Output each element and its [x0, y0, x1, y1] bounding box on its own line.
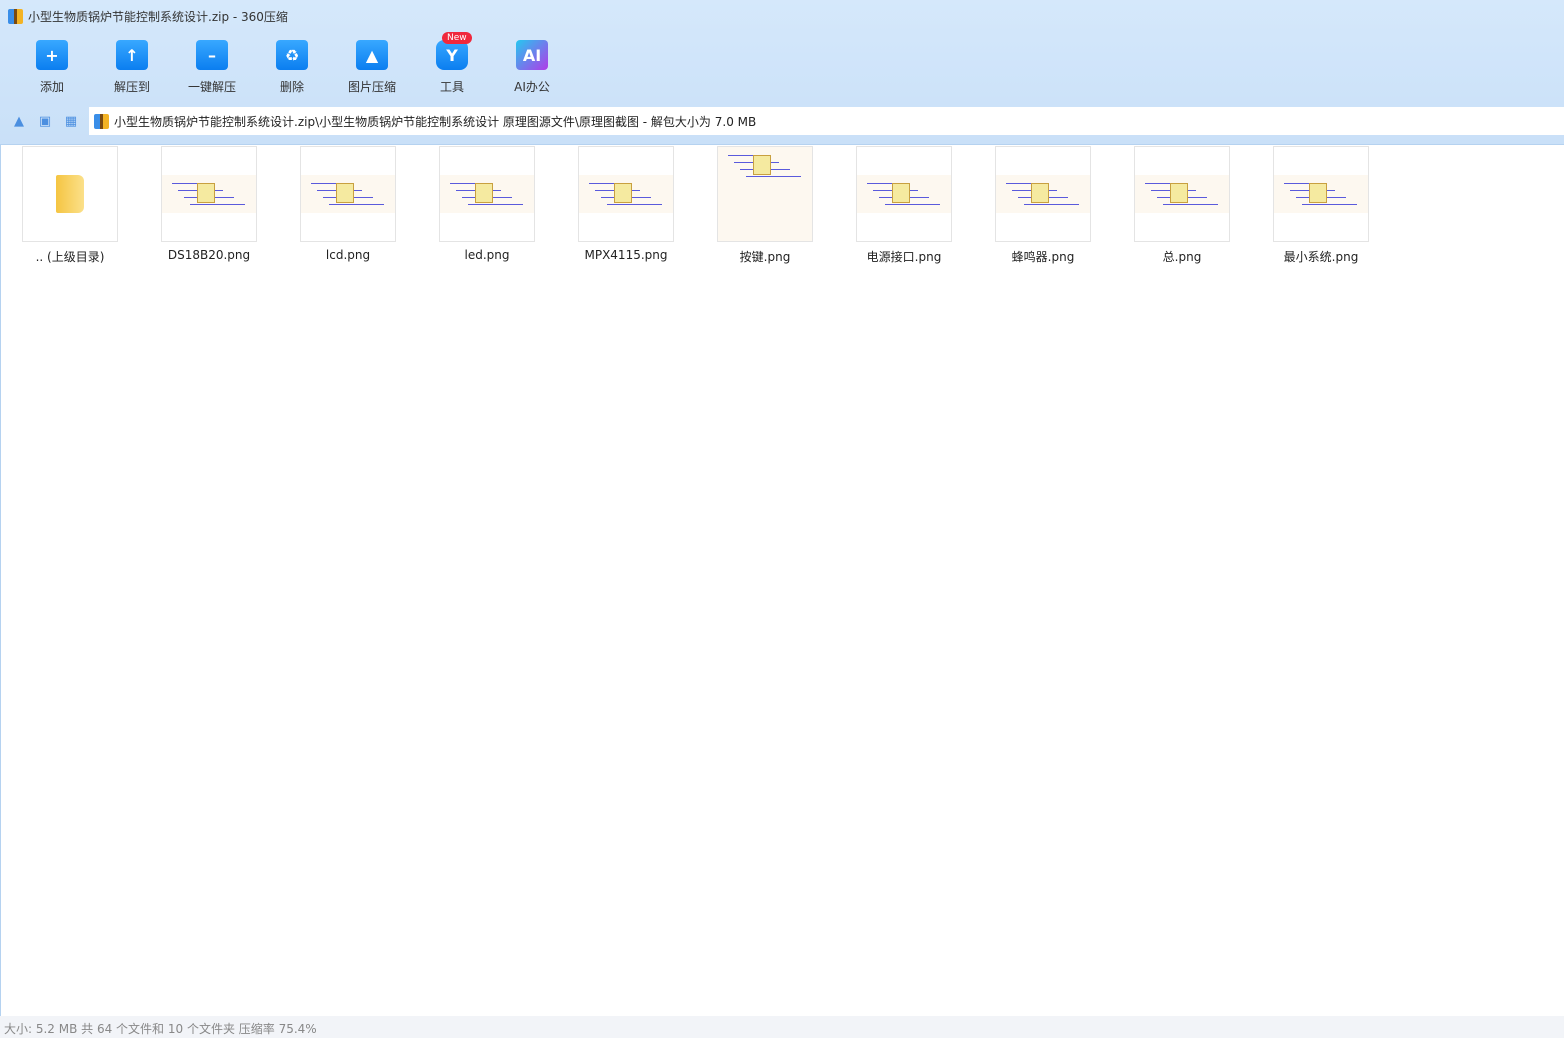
window-title: 小型生物质锅炉节能控制系统设计.zip - 360压缩 [8, 8, 288, 25]
toolbar-label: 图片压缩 [347, 80, 396, 94]
schematic-preview [1274, 175, 1368, 213]
file-name: .. (上级目录) [35, 250, 105, 264]
file-item[interactable]: led.png [439, 146, 578, 265]
file-name: 总.png [1162, 250, 1202, 264]
zip-icon [94, 113, 109, 129]
toolbar-button-one-click-extract[interactable]: – 一键解压 [172, 40, 252, 95]
file-name: led.png [464, 248, 510, 262]
toolbar-button-tools[interactable]: Y 工具 [412, 40, 492, 95]
schematic-preview [440, 175, 534, 213]
header: 小型生物质锅炉节能控制系统设计.zip - 360压缩 + 添加 ↑ 解压到 – 一键解压… [0, 0, 1564, 145]
new-badge: New [442, 32, 472, 44]
file-name: 电源接口.png [866, 250, 942, 264]
file-name: MPX4115.png [584, 248, 668, 262]
status-bar: 大小: 5.2 MB 共 64 个文件和 10 个文件夹 压缩率 75.4% [0, 1016, 1564, 1038]
schematic-preview [162, 175, 256, 213]
file-name: lcd.png [325, 248, 371, 262]
thumbnail-view-icon[interactable]: ▦ [58, 114, 84, 129]
add-icon: + [36, 40, 68, 70]
toolbar-label: 删除 [279, 80, 304, 94]
schematic-preview [301, 175, 395, 213]
thumbnail [439, 146, 535, 242]
thumbnail [995, 146, 1091, 242]
file-item[interactable]: DS18B20.png [161, 146, 300, 265]
folder-icon [56, 175, 84, 213]
list-view-icon[interactable]: ▣ [32, 114, 58, 129]
toolbar-button-ai-office[interactable]: AI AI办公 [492, 40, 572, 95]
toolbar-label: AI办公 [514, 80, 550, 94]
file-name: DS18B20.png [167, 248, 251, 262]
file-item[interactable]: 按键.png [717, 146, 856, 265]
toolbar: + 添加 ↑ 解压到 – 一键解压 ♻ 删除 ▲ 图片压缩 Y 工具 AI AI办公 [12, 40, 572, 95]
schematic-preview [857, 175, 951, 213]
toolbar-button-extract-to[interactable]: ↑ 解压到 [92, 40, 172, 95]
thumbnail [22, 146, 118, 242]
extract-to-icon: ↑ [116, 40, 148, 70]
up-arrow-icon[interactable]: ▲ [6, 114, 32, 129]
thumbnail [856, 146, 952, 242]
toolbar-label: 工具 [439, 80, 464, 94]
thumbnail [578, 146, 674, 242]
schematic-preview [996, 175, 1090, 213]
file-name: 最小系统.png [1283, 250, 1359, 264]
file-item[interactable]: 总.png [1134, 146, 1273, 265]
thumbnail [1134, 146, 1230, 242]
thumbnail [717, 146, 813, 242]
toolbar-label: 解压到 [113, 80, 150, 94]
image-compress-icon: ▲ [356, 40, 388, 70]
tools-icon: Y [436, 40, 468, 70]
parent-folder-item[interactable]: .. (上级目录) [22, 146, 161, 265]
file-grid: .. (上级目录) DS18B20.png lcd.png led.png MPX411… [22, 146, 1412, 265]
file-name: 按键.png [739, 250, 791, 264]
toolbar-button-delete[interactable]: ♻ 删除 [252, 40, 332, 95]
delete-icon: ♻ [276, 40, 308, 70]
thumbnail [300, 146, 396, 242]
toolbar-label: 一键解压 [187, 80, 236, 94]
schematic-preview [1135, 175, 1229, 213]
file-name: 蜂鸣器.png [1011, 250, 1075, 264]
file-item[interactable]: 电源接口.png [856, 146, 995, 265]
schematic-preview [718, 147, 812, 241]
toolbar-button-image-compress[interactable]: ▲ 图片压缩 [332, 40, 412, 95]
toolbar-button-add[interactable]: + 添加 [12, 40, 92, 95]
file-item[interactable]: 最小系统.png [1273, 146, 1412, 265]
zip-icon [8, 9, 23, 24]
file-item[interactable]: 蜂鸣器.png [995, 146, 1134, 265]
thumbnail [1273, 146, 1369, 242]
ai-office-icon: AI [516, 40, 548, 70]
file-item[interactable]: MPX4115.png [578, 146, 717, 265]
address-bar[interactable]: 小型生物质锅炉节能控制系统设计.zip\小型生物质锅炉节能控制系统设计 原理图源… [89, 107, 1564, 135]
toolbar-label: 添加 [39, 80, 64, 94]
one-click-extract-icon: – [196, 40, 228, 70]
left-border [0, 145, 1, 1016]
thumbnail [161, 146, 257, 242]
file-item[interactable]: lcd.png [300, 146, 439, 265]
nav-bar: ▲ ▣ ▦ 小型生物质锅炉节能控制系统设计.zip\小型生物质锅炉节能控制系统设… [0, 106, 1564, 136]
schematic-preview [579, 175, 673, 213]
